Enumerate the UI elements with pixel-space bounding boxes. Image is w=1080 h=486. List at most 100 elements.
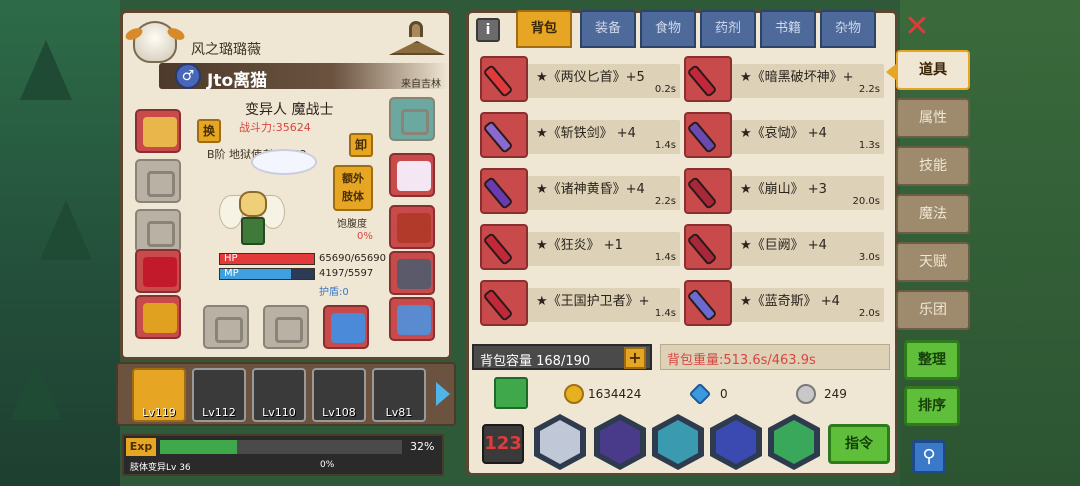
- unequip-button[interactable]: 卸: [349, 133, 373, 157]
- combat-power: 战斗力:35624: [239, 121, 311, 134]
- satiety-value: 0%: [357, 231, 373, 242]
- order-button[interactable]: 123: [482, 424, 524, 464]
- team-member-5[interactable]: Lv81: [372, 368, 426, 422]
- tree-decoration: [40, 200, 92, 260]
- guild-name: 风之璐璐薇: [191, 42, 261, 58]
- guild-emblem-icon[interactable]: [133, 21, 177, 63]
- inventory-item[interactable]: ★《王国护卫者》+ 1.4s: [480, 280, 680, 328]
- equip-slot-shield[interactable]: [389, 97, 435, 141]
- side-tab-items[interactable]: 道具: [886, 50, 970, 90]
- exp-fill: [160, 440, 238, 454]
- equip-slot-gauntlet[interactable]: [389, 251, 435, 295]
- team-row: Lv119 Lv112 Lv110 Lv108 Lv81: [116, 362, 456, 426]
- close-icon[interactable]: ✕: [902, 10, 932, 44]
- skill-sword-icon[interactable]: [594, 414, 646, 470]
- gem-amount: 0: [720, 387, 728, 401]
- weapon-icon[interactable]: [684, 112, 732, 158]
- skill-star-icon[interactable]: [534, 414, 586, 470]
- exp-panel: Exp 32% 肢体变异Lv 36 0%: [122, 434, 444, 476]
- weapon-icon[interactable]: [684, 224, 732, 270]
- hp-value: 65690/65690: [319, 253, 386, 264]
- skill-burst-icon[interactable]: [768, 414, 820, 470]
- download-icon[interactable]: [494, 377, 528, 409]
- exp-bar: [160, 440, 402, 454]
- side-tab-attributes[interactable]: 属性: [896, 98, 970, 138]
- skill-moon-icon[interactable]: [710, 414, 762, 470]
- organize-button[interactable]: 整理: [904, 340, 960, 380]
- inventory-item[interactable]: ★《巨阙》 +4 3.0s: [684, 224, 884, 272]
- info-icon[interactable]: i: [476, 18, 500, 42]
- team-member-1[interactable]: Lv119: [132, 368, 186, 422]
- item-weight: 1.3s: [858, 140, 880, 151]
- inventory-item[interactable]: ★《狂炎》 +1 1.4s: [480, 224, 680, 272]
- extra-limb-button[interactable]: 额外 肢体: [333, 165, 373, 211]
- gold-amount: 1634424: [588, 387, 642, 401]
- player-origin: 来自吉林: [401, 79, 441, 90]
- wardrobe-hanger-icon[interactable]: [387, 21, 447, 61]
- search-icon[interactable]: ⚲: [912, 440, 946, 474]
- weapon-slot-fish[interactable]: [323, 305, 369, 349]
- equip-slot-armor[interactable]: [389, 205, 435, 249]
- inventory-item[interactable]: ★《暗黑破坏神》+ 2.2s: [684, 56, 884, 104]
- inventory-item[interactable]: ★《斩铁剑》 +4 1.4s: [480, 112, 680, 160]
- tab-bag[interactable]: 背包: [516, 10, 572, 48]
- sort-button[interactable]: 排序: [904, 386, 960, 426]
- class-name: 变异人 魔战士: [245, 102, 334, 118]
- equip-slot-lantern[interactable]: [389, 297, 435, 341]
- equip-slot-glove[interactable]: [389, 153, 435, 197]
- satiety-label: 饱腹度: [337, 219, 367, 230]
- shield-value: 护盾:0: [319, 287, 349, 298]
- weapon-icon[interactable]: [684, 56, 732, 102]
- item-weight: 2.2s: [654, 196, 676, 207]
- equip-slot-empty[interactable]: [135, 159, 181, 203]
- inventory-item[interactable]: ★《诸神黄昏》+4 2.2s: [480, 168, 680, 216]
- body-change-percent: 0%: [320, 460, 335, 470]
- inventory-item[interactable]: ★《蓝奇斯》 +4 2.0s: [684, 280, 884, 328]
- tab-potion[interactable]: 药剂: [700, 10, 756, 48]
- side-tab-talent[interactable]: 天赋: [896, 242, 970, 282]
- weapon-icon[interactable]: [684, 280, 732, 326]
- team-member-2[interactable]: Lv112: [192, 368, 246, 422]
- swap-button[interactable]: 换: [197, 119, 221, 143]
- weapon-icon[interactable]: [480, 280, 528, 326]
- side-tab-magic[interactable]: 魔法: [896, 194, 970, 234]
- tab-equipment[interactable]: 装备: [580, 10, 636, 48]
- tab-food[interactable]: 食物: [640, 10, 696, 48]
- item-weight: 3.0s: [858, 252, 880, 263]
- team-next-arrow-icon[interactable]: [436, 382, 450, 406]
- item-weight: 20.0s: [852, 196, 880, 207]
- weapon-slot-empty[interactable]: [263, 305, 309, 349]
- item-name: ★《狂炎》 +1: [536, 238, 623, 253]
- equip-slot-robe[interactable]: [135, 249, 181, 293]
- side-tab-skills[interactable]: 技能: [896, 146, 970, 186]
- weapon-slot-empty[interactable]: [203, 305, 249, 349]
- tab-books[interactable]: 书籍: [760, 10, 816, 48]
- expand-capacity-button[interactable]: +: [624, 347, 646, 369]
- weapon-icon[interactable]: [480, 56, 528, 102]
- inventory-item[interactable]: ★《崩山》 +3 20.0s: [684, 168, 884, 216]
- command-button[interactable]: 指令: [828, 424, 890, 464]
- weapon-icon[interactable]: [480, 168, 528, 214]
- skill-planet-icon[interactable]: [652, 414, 704, 470]
- weapon-icon[interactable]: [480, 224, 528, 270]
- bag-capacity-text: 背包容量 168/190: [480, 354, 591, 369]
- inventory-item[interactable]: ★《哀恸》 +4 1.3s: [684, 112, 884, 160]
- inventory-item[interactable]: ★《两仪匕首》+5 0.2s: [480, 56, 680, 104]
- equip-slot-empty[interactable]: [135, 209, 181, 253]
- mp-bar: MP: [219, 268, 315, 280]
- item-weight: 2.0s: [858, 308, 880, 319]
- team-member-4[interactable]: Lv108: [312, 368, 366, 422]
- bag-weight: 背包重量:513.6s/463.9s: [660, 344, 890, 370]
- side-tab-band[interactable]: 乐团: [896, 290, 970, 330]
- weapon-icon[interactable]: [684, 168, 732, 214]
- item-name: ★《蓝奇斯》 +4: [740, 294, 840, 309]
- weapon-icon[interactable]: [480, 112, 528, 158]
- item-name: ★《斩铁剑》 +4: [536, 126, 636, 141]
- item-weight: 1.4s: [654, 252, 676, 263]
- tab-misc[interactable]: 杂物: [820, 10, 876, 48]
- team-member-3[interactable]: Lv110: [252, 368, 306, 422]
- silver-amount: 249: [824, 387, 847, 401]
- bag-weight-text: 背包重量:513.6s/463.9s: [667, 353, 816, 368]
- equip-slot-crown[interactable]: [135, 109, 181, 153]
- equip-slot-helmet[interactable]: [135, 295, 181, 339]
